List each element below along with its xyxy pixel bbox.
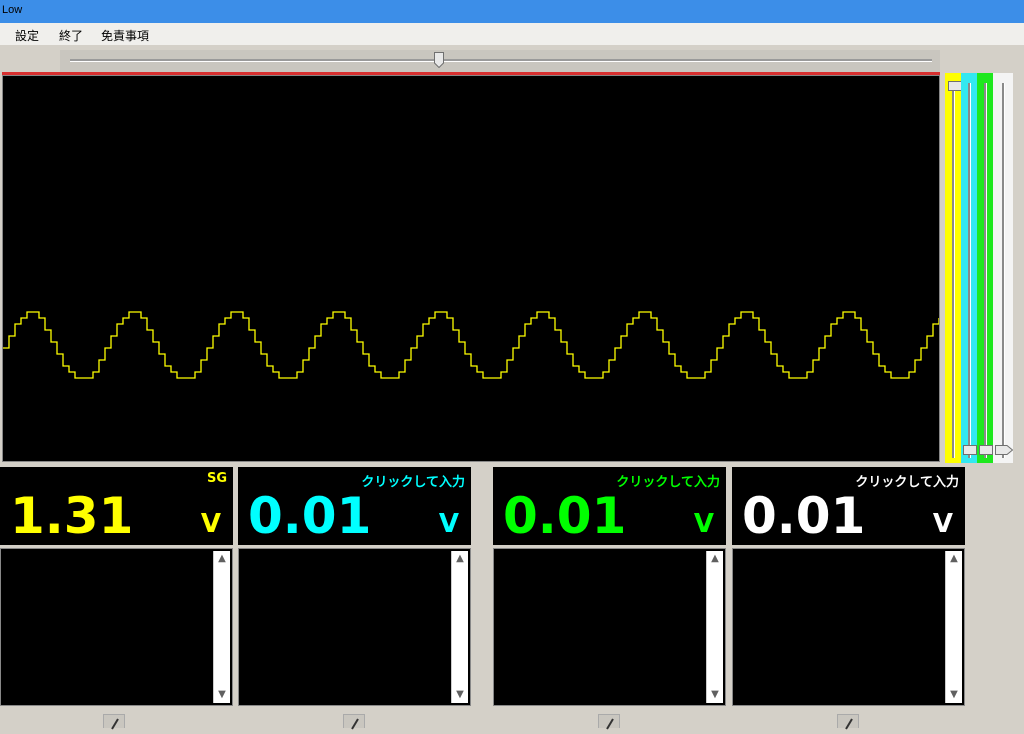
- ch1-slider-thumb[interactable]: [948, 81, 962, 91]
- ch1-unit: V: [200, 509, 221, 539]
- ch2-log-scrollbar[interactable]: ▲ ▼: [451, 551, 468, 703]
- ch3-reading-panel: クリックして入力 0.01 V: [493, 467, 726, 545]
- title-bar: Low: [0, 0, 1024, 23]
- ch1-edit-button[interactable]: [103, 714, 125, 730]
- oscilloscope-display: [2, 75, 940, 462]
- ch2-unit: V: [438, 509, 459, 539]
- ch4-edit-button[interactable]: [837, 714, 859, 730]
- ch1-label[interactable]: SG: [207, 471, 227, 486]
- scroll-down-icon[interactable]: ▼: [214, 687, 230, 703]
- menu-settings[interactable]: 設定: [15, 27, 39, 44]
- time-slider-thumb[interactable]: [434, 52, 444, 68]
- ch4-log-scrollbar[interactable]: ▲ ▼: [945, 551, 962, 703]
- time-slider-track: [70, 59, 932, 62]
- menu-bar: 設定 終了 免責事項: [0, 23, 1024, 45]
- window-title: Low: [2, 4, 23, 16]
- ch3-log-box[interactable]: ▲ ▼: [493, 548, 726, 706]
- ch4-log-box[interactable]: ▲ ▼: [732, 548, 965, 706]
- ch2-reading-panel: クリックして入力 0.01 V: [238, 467, 471, 545]
- ch1-log-box[interactable]: ▲ ▼: [0, 548, 233, 706]
- ch1-slider-track: [952, 83, 955, 458]
- ch3-slider-track: [984, 83, 987, 458]
- scroll-down-icon[interactable]: ▼: [946, 687, 962, 703]
- ch4-slider-track: [1002, 83, 1005, 458]
- ch3-edit-button[interactable]: [598, 714, 620, 730]
- ch4-slider-thumb[interactable]: [995, 445, 1013, 455]
- ch4-unit: V: [932, 509, 953, 539]
- ch1-level-slider[interactable]: [945, 73, 962, 463]
- ch2-level-slider[interactable]: [961, 73, 977, 463]
- ch2-edit-button[interactable]: [343, 714, 365, 730]
- ch4-reading-panel: クリックして入力 0.01 V: [732, 467, 965, 545]
- ch2-label[interactable]: クリックして入力: [361, 471, 465, 490]
- ch3-log-scrollbar[interactable]: ▲ ▼: [706, 551, 723, 703]
- ch4-value: 0.01: [742, 487, 866, 545]
- ch2-value: 0.01: [248, 487, 372, 545]
- ch3-unit: V: [693, 509, 714, 539]
- scroll-up-icon[interactable]: ▲: [707, 551, 723, 567]
- scroll-down-icon[interactable]: ▼: [707, 687, 723, 703]
- ch2-log-box[interactable]: ▲ ▼: [238, 548, 471, 706]
- ch3-label[interactable]: クリックして入力: [616, 471, 720, 490]
- ch4-label[interactable]: クリックして入力: [855, 471, 959, 490]
- scroll-up-icon[interactable]: ▲: [946, 551, 962, 567]
- ch4-level-slider[interactable]: [993, 73, 1013, 463]
- menu-disclaimer[interactable]: 免責事項: [101, 27, 149, 44]
- ch3-slider-thumb[interactable]: [979, 445, 993, 455]
- scroll-up-icon[interactable]: ▲: [452, 551, 468, 567]
- menu-exit[interactable]: 終了: [59, 27, 83, 44]
- ch1-reading-panel: SG 1.31 V: [0, 467, 233, 545]
- waveform-ch1: [3, 311, 939, 379]
- scroll-up-icon[interactable]: ▲: [214, 551, 230, 567]
- ch3-level-slider[interactable]: [977, 73, 993, 463]
- ch2-slider-thumb[interactable]: [963, 445, 977, 455]
- scroll-down-icon[interactable]: ▼: [452, 687, 468, 703]
- ch1-value: 1.31: [10, 487, 134, 545]
- ch1-log-scrollbar[interactable]: ▲ ▼: [213, 551, 230, 703]
- ch2-slider-track: [968, 83, 971, 458]
- ch3-value: 0.01: [503, 487, 627, 545]
